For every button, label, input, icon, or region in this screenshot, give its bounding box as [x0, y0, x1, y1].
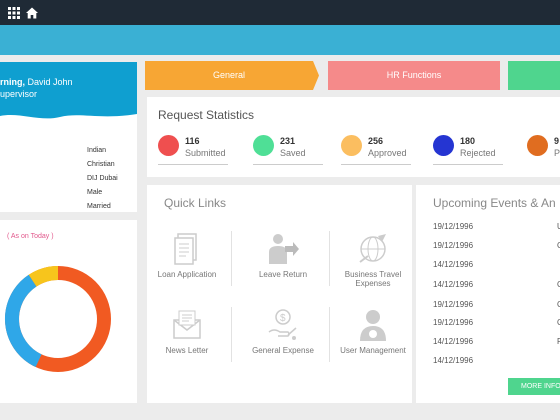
user-name: David John [25, 77, 73, 87]
quick-link-user-management[interactable]: User Management [333, 308, 413, 355]
event-date: 19/12/1996 [433, 241, 474, 250]
stat-count: 180 [460, 136, 476, 146]
stat-count: 231 [280, 136, 296, 146]
quick-link-label: Loan Application [157, 270, 217, 279]
stat-submitted[interactable]: 116 Submitted [158, 135, 228, 165]
stat-saved[interactable]: 231 Saved [253, 135, 323, 165]
stat-underline [158, 164, 228, 165]
greeting-text: rning, [0, 77, 25, 87]
event-date: 19/12/1996 [433, 318, 474, 327]
stat-label: Saved [280, 148, 306, 158]
nationality-value: Indian [87, 147, 107, 154]
svg-text:$: $ [280, 313, 286, 324]
divider [231, 231, 232, 286]
profile-greeting: rning, David John upervisor [0, 76, 73, 100]
quick-link-general-expense[interactable]: $ General Expense [243, 308, 323, 355]
tab-general-arrow [313, 61, 319, 90]
request-statistics-title: Request Statistics [158, 108, 255, 122]
quick-link-loan-application[interactable]: Loan Application [147, 232, 227, 279]
event-date: 19/12/1996 [433, 222, 474, 231]
stat-underline [253, 164, 323, 165]
saved-dot-icon [253, 135, 274, 156]
donut-segment-yellow [28, 265, 59, 287]
stat-underline [341, 164, 411, 165]
stat-label: Approved [368, 148, 407, 158]
quick-links-title: Quick Links [164, 196, 227, 210]
approved-dot-icon [341, 135, 362, 156]
top-bar [0, 0, 560, 25]
more-info-button[interactable]: MORE INFO [508, 378, 560, 395]
divider [329, 231, 330, 286]
event-date: 14/12/1996 [433, 337, 474, 346]
event-date: 14/12/1996 [433, 260, 474, 269]
tab-general[interactable]: General [145, 61, 313, 90]
apps-grid-icon[interactable] [8, 6, 20, 19]
profile-card: rning, David John upervisor Indian Chris… [0, 62, 137, 212]
stat-pending[interactable]: 9 P [527, 135, 560, 165]
pending-dot-icon [527, 135, 548, 156]
stat-label: P [554, 148, 560, 158]
stat-approved[interactable]: 256 Approved [341, 135, 411, 165]
stat-count: 116 [185, 136, 200, 146]
event-date: 14/12/1996 [433, 280, 474, 289]
religion-value: Christian [87, 161, 115, 168]
divider [329, 307, 330, 362]
home-icon[interactable] [26, 6, 38, 19]
user-role: upervisor [0, 89, 38, 99]
quick-link-label: News Letter [165, 346, 209, 355]
globe-travel-icon [359, 234, 386, 263]
tab-hr-functions[interactable]: HR Functions [328, 61, 500, 90]
event-date: 14/12/1996 [433, 356, 474, 365]
marital-status-value: Married [87, 203, 111, 210]
quick-link-news-letter[interactable]: News Letter [147, 308, 227, 355]
stat-label: Rejected [460, 148, 496, 158]
expense-icon: $ [268, 309, 297, 340]
quick-link-business-travel-expenses[interactable]: Business Travel Expenses [333, 232, 413, 288]
quick-link-label: Business Travel Expenses [344, 270, 402, 288]
stat-underline [433, 164, 503, 165]
divider [231, 307, 232, 362]
stat-count: 9 [554, 136, 560, 146]
event-date: 19/12/1996 [433, 300, 474, 309]
donut-segment-blue [5, 274, 42, 368]
quick-link-label: General Expense [252, 346, 314, 355]
upcoming-events-card: Upcoming Events & An 19/12/1996 19/12/19… [416, 185, 560, 403]
quick-link-label: User Management [340, 346, 406, 355]
document-icon [174, 233, 197, 265]
location-value: DIJ Dubai [87, 175, 118, 182]
upcoming-events-title: Upcoming Events & An [433, 196, 556, 210]
gender-value: Male [87, 189, 103, 196]
quick-link-leave-return[interactable]: Leave Return [243, 232, 323, 279]
rejected-dot-icon [433, 135, 454, 156]
stat-rejected[interactable]: 180 Rejected [433, 135, 503, 165]
user-icon [360, 310, 386, 341]
donut-chart [5, 265, 111, 372]
leave-return-icon [269, 234, 299, 264]
submitted-dot-icon [158, 135, 179, 156]
newsletter-icon [173, 310, 201, 339]
stat-count: 256 [368, 136, 384, 146]
request-chart-card: ( As on Today ) [0, 220, 137, 403]
profile-details: Indian Christian DIJ Dubai Male Married [87, 144, 118, 212]
tab-third[interactable] [508, 61, 560, 90]
quick-link-label: Leave Return [258, 270, 308, 279]
stat-label: Submitted [185, 148, 226, 158]
request-statistics-card: Request Statistics 116 Submitted 231 Sav… [147, 97, 560, 177]
quick-links-card: Quick Links Loan Application Leave Retur… [147, 185, 412, 403]
header-band [0, 25, 560, 55]
